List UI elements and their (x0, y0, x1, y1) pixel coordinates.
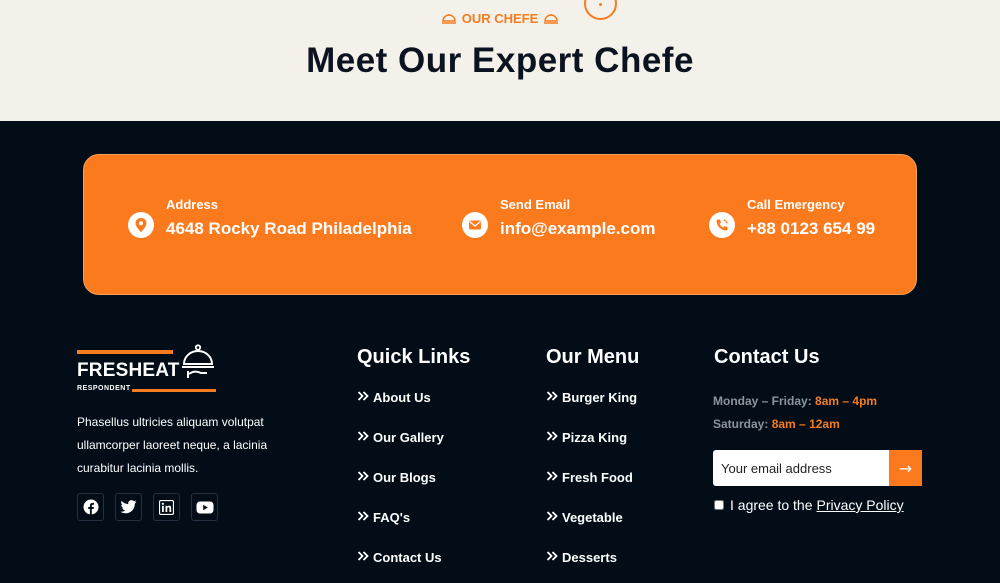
menu-link-fresh-food[interactable]: Fresh Food (546, 470, 637, 510)
link-label: Contact Us (373, 550, 442, 565)
our-menu-heading: Our Menu (546, 346, 640, 368)
location-pin-icon (128, 212, 154, 238)
section-title: Meet Our Expert Chefe (306, 41, 694, 80)
double-chevron-right-icon (546, 470, 560, 485)
saturday-label: Saturday: (713, 417, 769, 431)
brand-description: Phasellus ultricies aliquam volutpat ull… (77, 415, 268, 475)
brand-logo[interactable]: FRESHEAT RESPONDENT (77, 344, 217, 396)
envelope-icon (462, 212, 488, 238)
double-chevron-right-icon (546, 510, 560, 525)
quick-link-our-blogs[interactable]: Our Blogs (357, 470, 444, 510)
quick-link-our-gallery[interactable]: Our Gallery (357, 430, 444, 470)
link-label: FAQ's (373, 510, 411, 525)
facebook-icon[interactable] (77, 493, 104, 521)
privacy-policy-link[interactable]: Privacy Policy (817, 497, 904, 513)
double-chevron-right-icon (357, 430, 371, 445)
link-label: Vegetable (562, 510, 623, 525)
link-label: About Us (373, 390, 431, 405)
link-label: Pizza King (562, 430, 628, 445)
section-subtitle: OUR CHEFE (0, 10, 1000, 26)
weekday-label: Monday – Friday: (713, 394, 812, 408)
email-label: Send Email (500, 197, 571, 212)
newsletter-email-input[interactable] (713, 450, 889, 486)
double-chevron-right-icon (357, 550, 371, 565)
contact-info-bar: Address 4648 Rocky Road Philadelphia Sen… (83, 154, 917, 295)
quick-link-contact-us[interactable]: Contact Us (357, 550, 444, 583)
link-label: Fresh Food (562, 470, 633, 485)
link-label: Our Gallery (373, 430, 444, 445)
menu-link-pizza-king[interactable]: Pizza King (546, 430, 637, 470)
double-chevron-right-icon (357, 390, 371, 405)
menu-link-vegetable[interactable]: Vegetable (546, 510, 637, 550)
link-label: Desserts (562, 550, 617, 565)
social-links (77, 493, 218, 521)
phone-label: Call Emergency (747, 197, 845, 212)
link-label: Burger King (562, 390, 638, 405)
cloche-icon (182, 344, 214, 378)
menu-link-burger-king[interactable]: Burger King (546, 390, 637, 430)
cloche-icon (543, 12, 559, 26)
newsletter-submit-button[interactable]: → (889, 450, 922, 486)
contact-us-heading: Contact Us (714, 346, 820, 368)
our-menu-list: Burger King Pizza King Fresh Food Vegeta… (546, 390, 637, 583)
privacy-agreement: I agree to the Privacy Policy (713, 497, 904, 513)
double-chevron-right-icon (357, 470, 371, 485)
youtube-icon[interactable] (191, 493, 218, 521)
phone-value[interactable]: +88 0123 654 99 (747, 219, 875, 239)
privacy-agree-checkbox[interactable] (714, 500, 724, 510)
double-chevron-right-icon (546, 390, 560, 405)
brand-name: FRESHEAT (77, 360, 180, 381)
double-chevron-right-icon (357, 510, 371, 525)
cloche-icon (441, 12, 457, 26)
quick-link-faqs[interactable]: FAQ's (357, 510, 444, 550)
email-value[interactable]: info@example.com (500, 219, 655, 239)
saturday-hours-row: Saturday: 8am – 12am (713, 413, 877, 436)
quick-links-heading: Quick Links (357, 346, 471, 368)
logo-accent-line (77, 350, 173, 354)
phone-icon (709, 212, 735, 238)
weekday-hours-row: Monday – Friday: 8am – 4pm (713, 390, 877, 413)
quick-link-about-us[interactable]: About Us (357, 390, 444, 430)
linkedin-icon[interactable] (153, 493, 180, 521)
opening-hours: Monday – Friday: 8am – 4pm Saturday: 8am… (713, 390, 877, 436)
address-value: 4648 Rocky Road Philadelphia (166, 219, 412, 238)
address-label: Address (166, 197, 219, 212)
logo-accent-line (132, 389, 216, 392)
twitter-icon[interactable] (115, 493, 142, 521)
quick-links-list: About Us Our Gallery Our Blogs FAQ's Con… (357, 390, 444, 583)
weekday-hours: 8am – 4pm (815, 394, 878, 408)
brand-tagline: RESPONDENT (77, 385, 131, 392)
double-chevron-right-icon (546, 430, 560, 445)
double-chevron-right-icon (546, 550, 560, 565)
link-label: Our Blogs (373, 470, 436, 485)
chef-section-header: OUR CHEFE Meet Our Expert Chefe (0, 0, 1000, 121)
saturday-hours: 8am – 12am (771, 417, 840, 431)
menu-link-desserts[interactable]: Desserts (546, 550, 637, 583)
subtitle-text: OUR CHEFE (461, 11, 539, 27)
agree-text: I agree to the (730, 497, 813, 513)
